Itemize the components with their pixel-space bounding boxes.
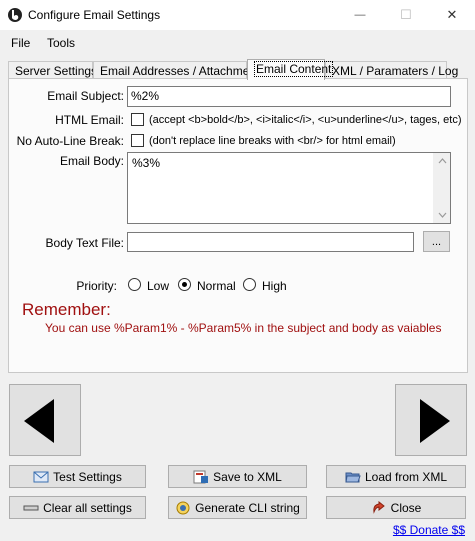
menu-tools[interactable]: Tools: [47, 36, 75, 50]
priority-label: Priority:: [76, 279, 117, 293]
minimize-button[interactable]: —: [337, 0, 383, 30]
no-auto-line-break-checkbox[interactable]: [131, 134, 144, 147]
priority-high-label: High: [262, 279, 287, 293]
subject-label: Email Subject:: [47, 89, 124, 103]
clear-all-settings-button[interactable]: Clear all settings: [9, 496, 146, 519]
close-app-icon: [373, 500, 385, 514]
title-bar: Configure Email Settings — ☐ ✕: [0, 0, 475, 30]
scroll-arrows-icon: [438, 158, 447, 218]
load-from-xml-button[interactable]: Load from XML: [326, 465, 466, 488]
priority-low-label: Low: [147, 279, 170, 293]
left-arrow-icon: [24, 399, 54, 443]
html-email-checkbox[interactable]: [131, 113, 144, 126]
minimize-icon: —: [354, 9, 366, 21]
priority-low-radio[interactable]: [128, 278, 141, 291]
remember-heading: Remember:: [22, 300, 111, 319]
tab-server-settings[interactable]: Server Settings: [8, 61, 97, 79]
priority-normal-radio[interactable]: [178, 278, 191, 291]
html-email-label: HTML Email:: [55, 113, 124, 127]
priority-normal-label: Normal: [197, 279, 236, 293]
tab-email-addresses[interactable]: Email Addresses / Attachment: [93, 61, 259, 79]
tab-xml-parameters-log[interactable]: XML / Paramaters / Log: [325, 61, 458, 79]
no-auto-line-break-label: No Auto-Line Break:: [16, 134, 124, 148]
close-icon: ✕: [446, 7, 458, 22]
open-folder-icon: [345, 472, 361, 482]
priority-high-radio[interactable]: [243, 278, 256, 291]
eraser-icon: [23, 505, 39, 510]
body-file-input[interactable]: [127, 232, 414, 252]
menu-file[interactable]: File: [11, 36, 30, 50]
maximize-icon: ☐: [400, 7, 412, 22]
envelope-icon: [33, 471, 49, 482]
right-arrow-icon: [420, 399, 450, 443]
test-settings-button[interactable]: Test Settings: [9, 465, 146, 488]
tab-strip: Server Settings Email Addresses / Attach…: [8, 59, 468, 80]
previous-button[interactable]: [9, 384, 81, 456]
menu-bar: File Tools: [0, 32, 475, 52]
window-title: Configure Email Settings: [28, 8, 161, 22]
html-email-note: (accept <b>bold</b>, <i>italic</i>, <u>u…: [149, 114, 462, 126]
body-file-label: Body Text File:: [45, 236, 124, 250]
browse-button[interactable]: ...: [423, 231, 450, 252]
cli-icon: [176, 501, 190, 514]
body-scrollbar[interactable]: [433, 153, 450, 223]
close-button[interactable]: Close: [326, 496, 466, 519]
no-auto-line-break-note: (don't replace line breaks with <br/> fo…: [149, 135, 396, 147]
save-xml-icon: [193, 470, 209, 483]
subject-input[interactable]: %2%: [127, 86, 451, 107]
donate-link[interactable]: $$ Donate $$: [393, 523, 465, 537]
email-content-panel: Email Subject: %2% HTML Email: (accept <…: [8, 78, 468, 373]
body-text: %3%: [132, 156, 161, 170]
generate-cli-string-button[interactable]: Generate CLI string: [168, 496, 307, 519]
param-hint: You can use %Param1% - %Param5% in the s…: [45, 321, 442, 335]
next-button[interactable]: [395, 384, 467, 456]
save-to-xml-button[interactable]: Save to XML: [168, 465, 307, 488]
tab-email-content[interactable]: Email Content: [247, 59, 334, 80]
body-label: Email Body:: [59, 154, 124, 168]
maximize-button[interactable]: ☐: [383, 0, 429, 30]
app-icon: [8, 8, 22, 22]
body-textarea[interactable]: %3%: [127, 152, 451, 224]
close-window-button[interactable]: ✕: [429, 0, 475, 30]
